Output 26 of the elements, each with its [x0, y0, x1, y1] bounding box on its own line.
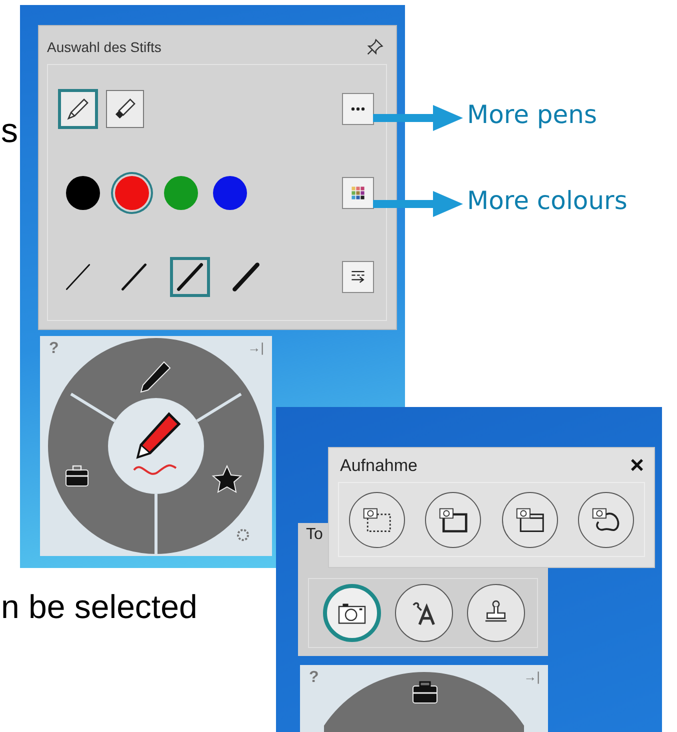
body-text: s [1, 112, 18, 151]
pen-type-button[interactable] [58, 88, 98, 128]
line-width-button[interactable] [170, 256, 210, 296]
panel-title: To [306, 526, 323, 544]
callout-label: More colours [467, 186, 628, 215]
dots-icon [351, 106, 365, 110]
collapse-button[interactable]: →| [524, 669, 540, 684]
collapse-button[interactable]: →| [248, 340, 264, 355]
more-colours-button[interactable] [342, 176, 374, 208]
callout-label: More pens [467, 100, 598, 129]
help-button[interactable]: ? [49, 340, 59, 358]
options-button[interactable] [342, 260, 374, 292]
body-text: n be selected [1, 588, 198, 626]
color-swatch[interactable] [115, 176, 149, 210]
color-swatch[interactable] [213, 176, 247, 210]
popup-title: Aufnahme [340, 456, 418, 476]
more-pens-button[interactable] [342, 92, 374, 124]
color-swatch[interactable] [164, 176, 198, 210]
help-button[interactable]: ? [309, 669, 319, 687]
panel-title: Auswahl des Stifts [47, 39, 162, 55]
pen-type-button[interactable] [106, 90, 144, 128]
pin-icon[interactable] [366, 38, 384, 56]
close-button[interactable]: × [630, 454, 644, 478]
color-grid-icon [349, 184, 367, 202]
color-swatch[interactable] [66, 176, 100, 210]
pencil-icon [65, 96, 91, 122]
